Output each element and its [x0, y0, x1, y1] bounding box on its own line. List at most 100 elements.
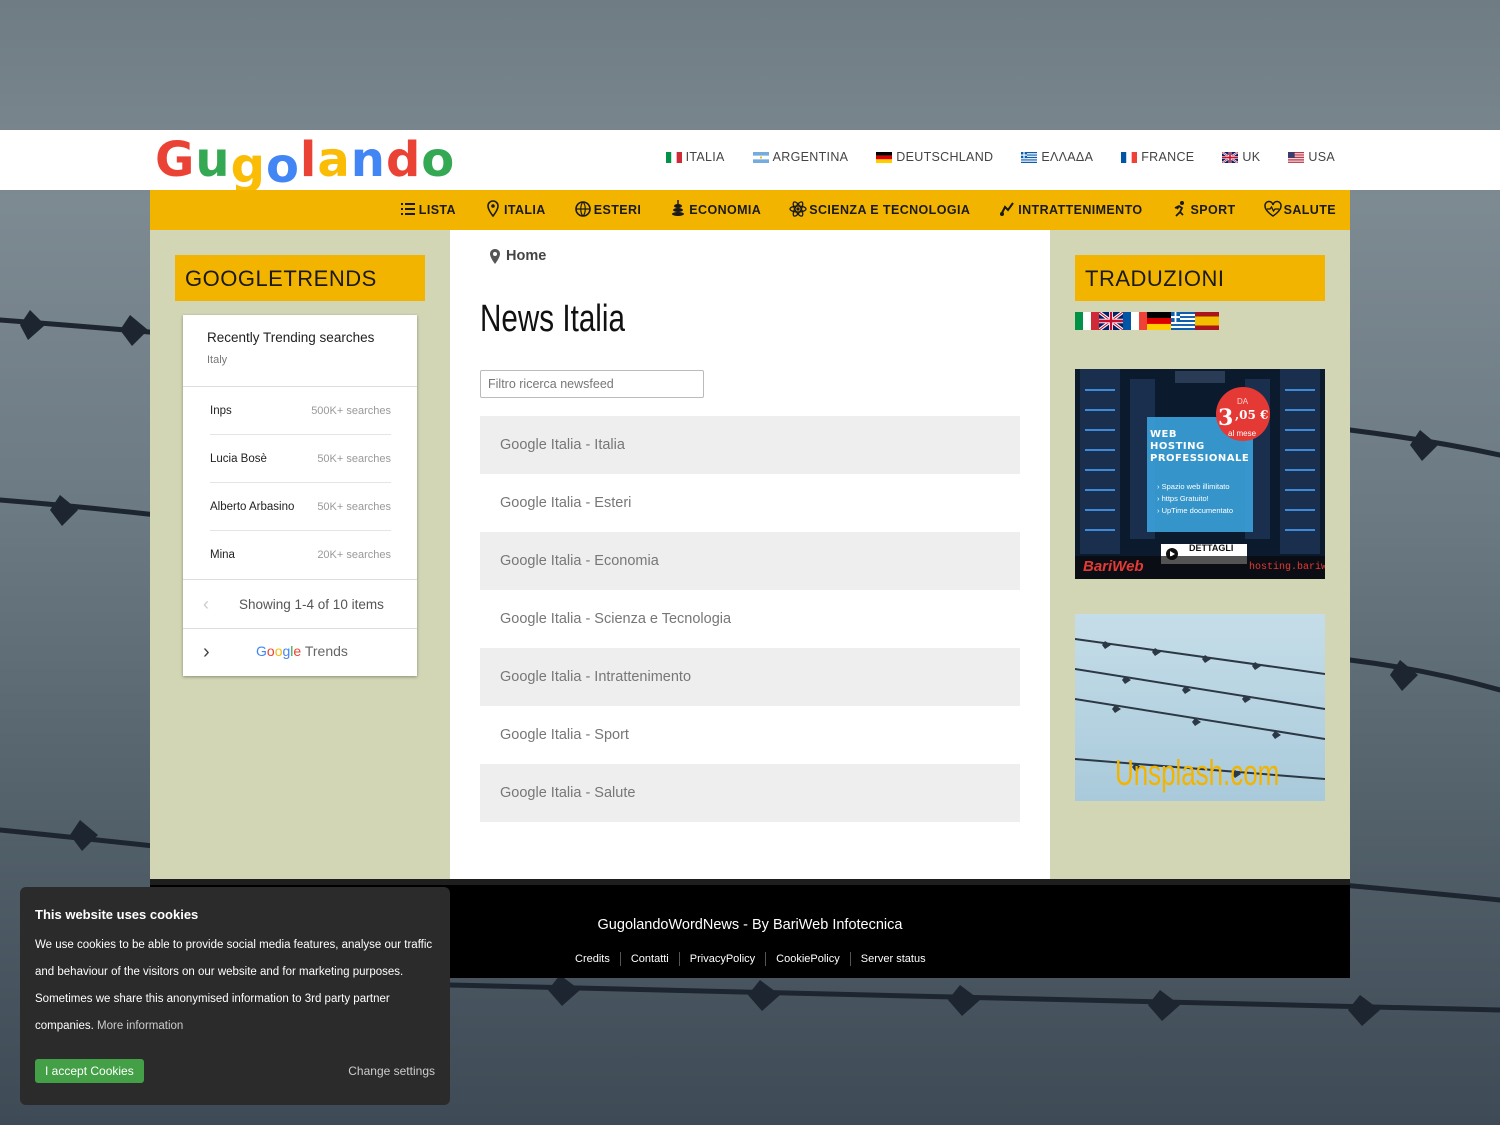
trend-row[interactable]: Inps 500K+ searches — [210, 387, 391, 435]
country-label: ΕΛΛΑΔΑ — [1041, 150, 1094, 164]
trends-widget-footer: › Google Trends — [183, 628, 417, 676]
accept-cookies-button[interactable]: I accept Cookies — [35, 1059, 144, 1083]
translate-flag-es-icon[interactable] — [1195, 312, 1219, 330]
site-logo[interactable]: Gugolando — [155, 132, 455, 194]
footer-link-credits[interactable]: Credits — [565, 952, 620, 966]
nav-label: ECONOMIA — [689, 203, 762, 217]
cookie-banner: This website uses cookies We use cookies… — [20, 887, 450, 1105]
price-decimals: ,05 € — [1235, 408, 1269, 422]
hosting-bullet: › https Gratuito! — [1157, 493, 1233, 505]
nav-item-italia[interactable]: ITALIA — [484, 199, 546, 221]
trend-term: Mina — [210, 549, 235, 561]
translate-flag-de-icon[interactable] — [1147, 312, 1171, 330]
logo-letter: a — [317, 132, 351, 188]
nav-item-intrattenimento[interactable]: INTRATTENIMENTO — [998, 200, 1142, 221]
map-pin-icon — [484, 199, 504, 221]
country-label: FRANCE — [1141, 150, 1195, 164]
nav-label: SALUTE — [1283, 203, 1336, 217]
hosting-bullet-text: UpTime documentato — [1161, 506, 1234, 515]
translate-flag-it-icon[interactable] — [1075, 312, 1099, 330]
globe-icon — [574, 200, 594, 221]
trend-term: Alberto Arbasino — [210, 500, 295, 513]
change-settings-button[interactable]: Change settings — [348, 1064, 435, 1078]
footer-link-server-status[interactable]: Server status — [849, 952, 936, 966]
country-label: USA — [1308, 150, 1335, 164]
translate-flag-uk-icon[interactable] — [1098, 310, 1124, 332]
heart-pulse-icon — [1263, 200, 1284, 221]
nav-item-sport[interactable]: SPORT — [1171, 200, 1236, 221]
running-icon — [1171, 200, 1191, 221]
trend-row[interactable]: Mina 20K+ searches — [210, 531, 391, 579]
newsfeed-item[interactable]: Google Italia - Intrattenimento — [480, 648, 1020, 706]
nav-label: INTRATTENIMENTO — [1018, 203, 1143, 217]
hosting-bullet: › UpTime documentato — [1157, 505, 1233, 517]
details-button-label[interactable]: DETTAGLI — [1189, 543, 1233, 553]
footer-link-privacypolicy[interactable]: PrivacyPolicy — [678, 952, 765, 966]
newsfeed-item[interactable]: Google Italia - Sport — [480, 706, 1020, 764]
trend-count: 50K+ searches — [317, 500, 391, 513]
logo-letter: d — [385, 132, 422, 188]
country-label: DEUTSCHLAND — [896, 150, 994, 164]
price-integer: 3 — [1218, 405, 1234, 431]
logo-letter: g — [230, 138, 266, 194]
breadcrumb-home[interactable]: Home — [506, 248, 546, 264]
nav-item-salute[interactable]: SALUTE — [1263, 200, 1336, 221]
nav-item-lista[interactable]: LISTA — [399, 200, 456, 221]
cookie-title: This website uses cookies — [35, 907, 199, 922]
country-link-uk[interactable]: UK — [1221, 150, 1261, 164]
flag-fr-icon — [1121, 151, 1138, 163]
cookie-body: We use cookies to be able to provide soc… — [35, 932, 435, 1040]
coins-icon — [669, 199, 689, 221]
footer-link-cookiepolicy[interactable]: CookiePolicy — [765, 952, 850, 966]
flag-us-icon — [1288, 151, 1305, 163]
newsfeed-item[interactable]: Google Italia - Economia — [480, 532, 1020, 590]
hosting-bullet-text: Spazio web illimitato — [1161, 482, 1230, 491]
country-link-de[interactable]: DEUTSCHLAND — [876, 150, 993, 164]
newsfeed-item[interactable]: Google Italia - Scienza e Tecnologia — [480, 590, 1020, 648]
country-nav: ITALIA ARGENTINA DEUTSCHLAND ΕΛΛΑΔΑ FRANCE UK… — [638, 150, 1335, 164]
country-link-ar[interactable]: ARGENTINA — [752, 150, 849, 164]
newsfeed-item[interactable]: Google Italia - Salute — [480, 764, 1020, 822]
nav-item-esteri[interactable]: ESTERI — [574, 200, 642, 221]
trends-widget-region: Italy — [207, 354, 228, 366]
unsplash-ad-banner[interactable]: Unsplash.com — [1075, 614, 1325, 801]
atom-icon — [789, 200, 809, 221]
logo-letter: n — [350, 132, 386, 188]
page-title: News Italia — [480, 298, 625, 340]
chevron-left-icon[interactable]: ‹ — [203, 594, 209, 615]
nav-label: SCIENZA E TECNOLOGIA — [809, 203, 971, 217]
trend-row[interactable]: Alberto Arbasino 50K+ searches — [210, 483, 391, 531]
country-link-fr[interactable]: FRANCE — [1121, 150, 1194, 164]
trend-row[interactable]: Lucia Bosè 50K+ searches — [210, 435, 391, 483]
breadcrumb[interactable]: Home — [490, 248, 546, 264]
google-trends-logo[interactable]: Google Trends — [256, 643, 348, 659]
trend-count: 20K+ searches — [317, 549, 391, 561]
footer-top-strip — [150, 879, 1350, 885]
translate-flag-gr-icon[interactable] — [1171, 312, 1195, 330]
logo-letter: l — [299, 132, 318, 188]
logo-letter: o — [265, 138, 300, 194]
cookie-more-info-link[interactable]: More information — [97, 1020, 183, 1032]
hosting-bullet-text: https Gratuito! — [1161, 494, 1209, 503]
hosting-url: hosting.bariweb.it — [1249, 562, 1325, 573]
newsfeed-filter-input[interactable] — [480, 370, 704, 398]
trend-count: 500K+ searches — [311, 404, 391, 417]
price-suffix: al mese — [1228, 429, 1257, 438]
hosting-ad-banner[interactable]: DA 3 ,05 € al mese WEB HOSTING PROFESSIO… — [1075, 369, 1325, 579]
flag-ar-icon — [752, 151, 769, 163]
country-link-gr[interactable]: ΕΛΛΑΔΑ — [1021, 150, 1093, 164]
nav-item-economia[interactable]: ECONOMIA — [669, 199, 762, 221]
newsfeed-item[interactable]: Google Italia - Italia — [480, 416, 1020, 474]
trends-widget-header: Recently Trending searches Italy — [183, 315, 417, 387]
country-link-it[interactable]: ITALIA — [665, 150, 725, 164]
nav-label: ESTERI — [593, 203, 642, 217]
country-label: ITALIA — [685, 150, 725, 164]
translate-flag-fr-icon[interactable] — [1123, 312, 1147, 330]
chevron-right-icon[interactable]: › — [203, 641, 210, 664]
country-link-us[interactable]: USA — [1288, 150, 1335, 164]
footer-link-contatti[interactable]: Contatti — [619, 952, 679, 966]
country-label: UK — [1242, 150, 1261, 164]
nav-item-scienza-e-tecnologia[interactable]: SCIENZA E TECNOLOGIA — [789, 200, 970, 221]
nav-label: ITALIA — [503, 203, 546, 217]
newsfeed-item[interactable]: Google Italia - Esteri — [480, 474, 1020, 532]
